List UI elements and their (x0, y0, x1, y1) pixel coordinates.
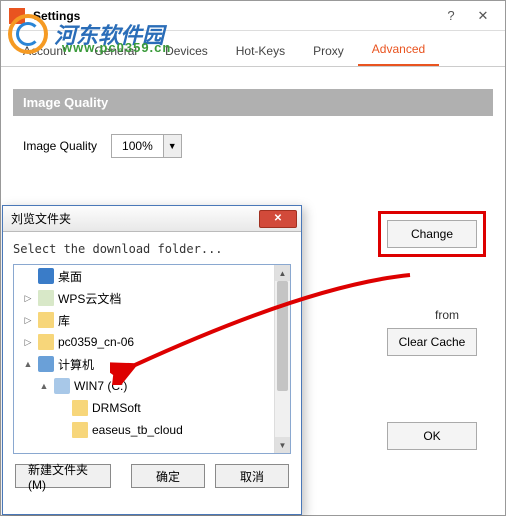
scroll-up-icon[interactable]: ▲ (275, 265, 290, 281)
dialog-message: Select the download folder... (3, 232, 301, 264)
tree-item-label: WPS云文档 (58, 290, 121, 307)
tab-advanced[interactable]: Advanced (358, 34, 439, 66)
help-button[interactable]: ? (435, 4, 467, 28)
chevron-down-icon: ▼ (163, 135, 181, 157)
browse-folder-dialog: 刘览文件夹 ✕ Select the download folder... 桌面… (2, 205, 302, 515)
clear-cache-button[interactable]: Clear Cache (387, 328, 477, 356)
tree-twisty-icon[interactable]: ▷ (22, 315, 34, 326)
app-icon (9, 8, 25, 24)
folder-tree[interactable]: 桌面▷WPS云文档▷库▷pc0359_cn-06▲计算机▲WIN7 (C:)DR… (13, 264, 291, 454)
tree-item-label: DRMSoft (92, 401, 141, 415)
desktop-icon (38, 268, 54, 284)
window-title: Settings (33, 9, 435, 23)
tree-item-label: 桌面 (58, 268, 82, 285)
folder-icon (72, 422, 88, 438)
image-quality-select[interactable]: 100% ▼ (111, 134, 182, 158)
tree-item-label: easeus_tb_cloud (92, 423, 183, 437)
tab-account[interactable]: Account (9, 36, 80, 66)
tree-item[interactable]: ▷ WPS云文档 (14, 287, 290, 309)
tree-twisty-icon[interactable]: ▲ (38, 381, 50, 391)
image-quality-label: Image Quality (23, 139, 97, 153)
folder-icon (38, 334, 54, 350)
drive-icon (54, 378, 70, 394)
tree-item[interactable]: ▷ pc0359_cn-06 (14, 331, 290, 353)
tab-general[interactable]: General (80, 36, 151, 66)
tree-item[interactable]: ▷库 (14, 309, 290, 331)
scroll-down-icon[interactable]: ▼ (275, 437, 290, 453)
computer-icon (38, 356, 54, 372)
tab-devices[interactable]: Devices (151, 36, 222, 66)
tree-item[interactable]: DRMSoft (14, 397, 290, 419)
tree-item-label: 计算机 (58, 356, 94, 373)
doc-icon (38, 290, 54, 306)
tree-item[interactable]: ▲ 计算机 (14, 353, 290, 375)
image-quality-header: Image Quality (13, 89, 493, 116)
image-quality-row: Image Quality 100% ▼ (1, 116, 505, 176)
tree-item-label: WIN7 (C:) (74, 379, 127, 393)
tree-item-label: 库 (58, 312, 70, 329)
tree-twisty-icon[interactable]: ▲ (22, 359, 34, 369)
tree-item[interactable]: 桌面 (14, 265, 290, 287)
tree-item-label: pc0359_cn-06 (58, 335, 134, 349)
tree-twisty-icon[interactable]: ▷ (22, 293, 34, 304)
tabs: Account General Devices Hot-Keys Proxy A… (1, 31, 505, 67)
dialog-titlebar: 刘览文件夹 ✕ (3, 206, 301, 232)
dialog-title: 刘览文件夹 (11, 210, 259, 227)
dialog-cancel-button[interactable]: 取消 (215, 464, 289, 488)
scroll-thumb[interactable] (277, 281, 288, 391)
tree-scrollbar[interactable]: ▲ ▼ (274, 265, 290, 453)
tree-item[interactable]: ▲ WIN7 (C:) (14, 375, 290, 397)
folder-icon (38, 312, 54, 328)
tab-proxy[interactable]: Proxy (299, 36, 358, 66)
titlebar: Settings ? ✕ (1, 1, 505, 31)
dialog-buttons: 新建文件夹(M) 确定 取消 (3, 454, 301, 498)
tab-hotkeys[interactable]: Hot-Keys (222, 36, 299, 66)
tree-item[interactable]: easeus_tb_cloud (14, 419, 290, 441)
folder-icon (72, 400, 88, 416)
dialog-close-button[interactable]: ✕ (259, 210, 297, 228)
change-button[interactable]: Change (387, 220, 477, 248)
ok-button[interactable]: OK (387, 422, 477, 450)
tree-twisty-icon[interactable]: ▷ (22, 337, 34, 348)
dialog-ok-button[interactable]: 确定 (131, 464, 205, 488)
close-button[interactable]: ✕ (467, 4, 499, 28)
image-quality-value: 100% (112, 139, 163, 153)
new-folder-button[interactable]: 新建文件夹(M) (15, 464, 111, 488)
